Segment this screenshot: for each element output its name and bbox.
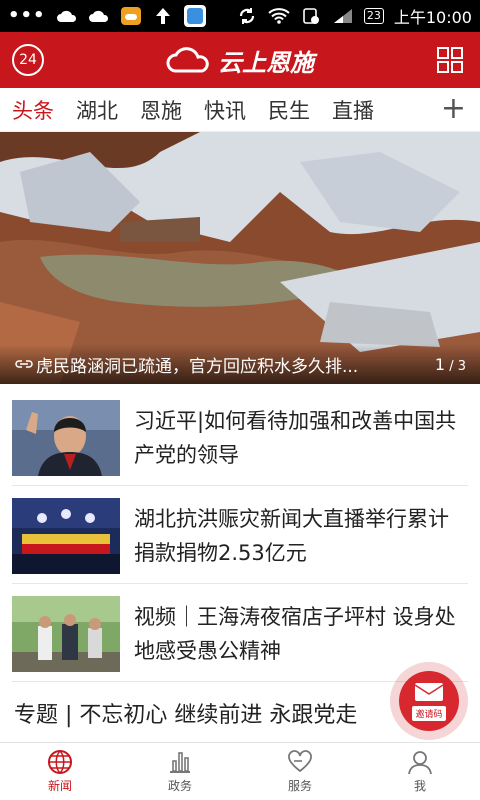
- app-logo: 云上恩施: [166, 43, 314, 78]
- news-item[interactable]: 湖北抗洪赈灾新闻大直播举行累计捐款捐物2.53亿元: [12, 488, 468, 584]
- tab-headline[interactable]: 头条: [12, 95, 54, 125]
- app-header: 24 云上恩施: [0, 32, 480, 88]
- chart-icon: [170, 752, 190, 773]
- cloud-icon: [56, 7, 78, 25]
- app-logo-text: 云上恩施: [218, 48, 314, 77]
- tab-flash[interactable]: 快讯: [204, 95, 246, 125]
- invite-envelope: 邀请码: [399, 671, 459, 731]
- more-dots-icon: •••: [8, 5, 46, 26]
- add-tab-button[interactable]: +: [441, 94, 466, 124]
- invite-label: 邀请码: [412, 705, 446, 721]
- globe-icon: [48, 750, 72, 774]
- upload-arrow-icon: [152, 7, 174, 25]
- cloud-icon: [88, 7, 110, 25]
- nav-label: 政务: [167, 779, 192, 793]
- nav-me[interactable]: 我: [360, 743, 480, 800]
- wifi-icon: [268, 7, 290, 25]
- hero-caption: 虎民路涵洞已疏通，官方回应积水多久排...: [0, 344, 480, 384]
- date-badge[interactable]: 24: [12, 44, 44, 76]
- news-item[interactable]: 视频｜王海涛夜宿店子坪村 设身处地感受愚公精神: [12, 586, 468, 682]
- news-title: 习近平|如何看待加强和改善中国共产党的领导: [134, 408, 457, 467]
- tab-live[interactable]: 直播: [332, 95, 374, 125]
- nav-label: 新闻: [47, 779, 72, 793]
- hero-carousel[interactable]: 虎民路涵洞已疏通，官方回应积水多久排... 1 / 3: [0, 132, 480, 384]
- carousel-pager: 1 / 3: [435, 355, 466, 374]
- pager-separator: /: [449, 359, 454, 374]
- tab-livelihood[interactable]: 民生: [268, 95, 310, 125]
- grid-menu-icon[interactable]: [436, 46, 464, 74]
- nav-government[interactable]: 政务: [120, 743, 240, 800]
- topic-text: 专题 | 不忘初心 继续前进 永跟党走: [14, 703, 358, 728]
- nav-label: 服务: [287, 779, 312, 793]
- person-icon: [408, 751, 432, 775]
- bottom-navigation: 新闻 政务 服务 我: [0, 742, 480, 800]
- sync-icon: [236, 7, 258, 25]
- nav-services[interactable]: 服务: [240, 743, 360, 800]
- news-thumbnail: [12, 399, 120, 476]
- news-title: 视频｜王海涛夜宿店子坪村 设身处地感受愚公精神: [134, 604, 456, 663]
- game-app-icon: [120, 7, 142, 25]
- signal-icon: [332, 7, 354, 25]
- envelope-icon: [414, 682, 444, 701]
- hero-caption-text: 虎民路涵洞已疏通，官方回应积水多久排...: [36, 356, 359, 377]
- status-time: 上午10:00: [393, 8, 472, 27]
- heart-hand-icon: [288, 750, 312, 773]
- news-thumbnail: [12, 595, 120, 672]
- tab-hubei[interactable]: 湖北: [76, 95, 118, 125]
- sim-icon: [300, 7, 322, 25]
- pager-total: 3: [457, 359, 466, 374]
- status-bar: ••• 23 上午10:00: [0, 0, 480, 32]
- link-icon: [15, 360, 33, 368]
- news-thumbnail: [12, 497, 120, 574]
- invite-code-button[interactable]: 邀请码: [390, 662, 468, 740]
- news-title: 湖北抗洪赈灾新闻大直播举行累计捐款捐物2.53亿元: [134, 506, 449, 565]
- battery-icon: 23: [363, 8, 384, 24]
- news-item[interactable]: 习近平|如何看待加强和改善中国共产党的领导: [12, 390, 468, 486]
- app-notification-icon: [183, 5, 206, 27]
- cloud-logo-icon: [166, 47, 209, 73]
- pager-current: 1: [434, 355, 446, 374]
- nav-label: 我: [413, 779, 426, 793]
- category-tabs: 头条 湖北 恩施 快讯 民生 直播 +: [0, 88, 480, 132]
- nav-news[interactable]: 新闻: [0, 743, 120, 800]
- tab-enshi[interactable]: 恩施: [140, 95, 182, 125]
